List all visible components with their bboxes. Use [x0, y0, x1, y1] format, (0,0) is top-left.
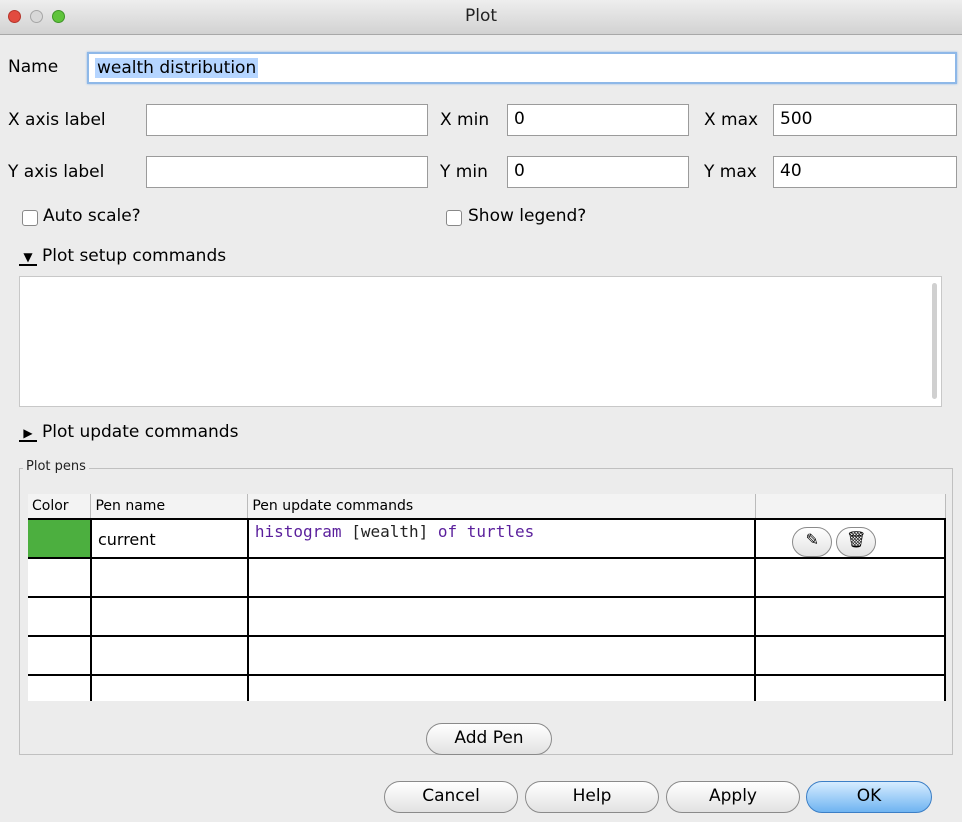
name-value: wealth distribution: [95, 58, 259, 78]
setup-commands-editor[interactable]: [19, 276, 942, 407]
x-axis-label-field[interactable]: [146, 104, 428, 136]
x-max-field[interactable]: 500: [773, 104, 957, 136]
x-max-label: X max: [704, 110, 759, 130]
command-keyword-2: of turtles: [437, 522, 535, 541]
table-row: [28, 636, 946, 676]
pen-color-swatch[interactable]: [28, 519, 92, 559]
show-legend-label[interactable]: Show legend?: [468, 206, 586, 226]
pen-name-cell[interactable]: current: [90, 519, 249, 559]
ok-button[interactable]: OK: [806, 781, 932, 813]
y-max-label: Y max: [704, 162, 757, 182]
title-bar: Plot: [0, 0, 962, 35]
name-field[interactable]: wealth distribution: [87, 52, 957, 84]
column-header-color[interactable]: Color: [28, 494, 92, 520]
x-axis-label: X axis label: [8, 110, 106, 130]
update-disclosure-arrow-icon[interactable]: ▶: [19, 426, 37, 442]
pencil-icon: ✎: [805, 530, 819, 549]
delete-pen-button[interactable]: 🗑: [836, 527, 877, 557]
table-row: [28, 597, 946, 637]
auto-scale-checkbox[interactable]: [22, 210, 38, 226]
plot-dialog: Plot Name wealth distribution X axis lab…: [0, 0, 962, 822]
command-argument: [wealth]: [351, 522, 429, 541]
show-legend-checkbox[interactable]: [446, 210, 462, 226]
x-min-field[interactable]: 0: [507, 104, 689, 136]
setup-disclosure-arrow-icon[interactable]: ▼: [19, 250, 37, 266]
column-header-actions: [755, 494, 946, 520]
y-max-field[interactable]: 40: [773, 156, 957, 188]
cancel-button[interactable]: Cancel: [384, 781, 518, 813]
column-header-pen-update-commands[interactable]: Pen update commands: [247, 494, 756, 520]
add-pen-button[interactable]: Add Pen: [426, 723, 552, 755]
table-row[interactable]: current histogram [wealth] of turtles ✎ …: [28, 519, 946, 559]
help-button[interactable]: Help: [525, 781, 659, 813]
auto-scale-label[interactable]: Auto scale?: [43, 206, 141, 226]
pen-actions-cell: ✎ 🗑: [755, 519, 946, 559]
y-axis-label: Y axis label: [8, 162, 105, 182]
update-commands-label[interactable]: Plot update commands: [42, 422, 238, 442]
column-header-pen-name[interactable]: Pen name: [90, 494, 249, 520]
setup-scrollbar[interactable]: [932, 283, 937, 399]
y-min-label: Y min: [440, 162, 488, 182]
name-label: Name: [8, 57, 59, 77]
window-title: Plot: [464, 6, 498, 26]
plot-pens-label: Plot pens: [23, 459, 89, 474]
apply-button[interactable]: Apply: [666, 781, 800, 813]
y-axis-label-field[interactable]: [146, 156, 428, 188]
table-row: [28, 558, 946, 598]
y-min-field[interactable]: 0: [507, 156, 689, 188]
edit-pen-button[interactable]: ✎: [792, 527, 833, 557]
setup-commands-label[interactable]: Plot setup commands: [42, 246, 226, 266]
pen-command-cell[interactable]: histogram [wealth] of turtles: [247, 519, 757, 559]
pens-table: Color Pen name Pen update commands curre…: [28, 494, 946, 701]
command-keyword: histogram: [254, 522, 342, 541]
x-min-label: X min: [440, 110, 490, 130]
table-row: [28, 675, 946, 701]
trash-icon: 🗑: [846, 530, 867, 549]
